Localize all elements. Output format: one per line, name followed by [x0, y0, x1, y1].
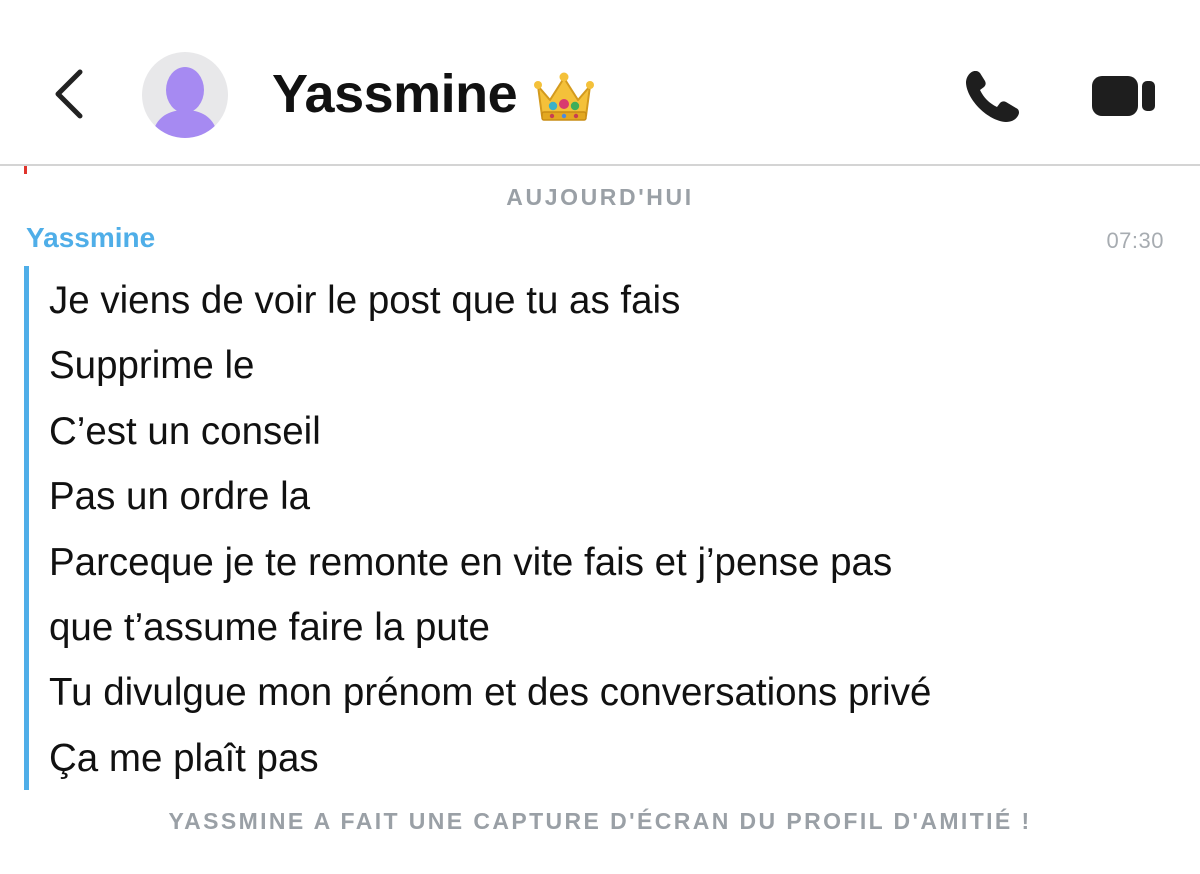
message-line: Tu divulgue mon prénom et des conversati…	[49, 671, 932, 715]
message-line: Je viens de voir le post que tu as fais	[49, 279, 681, 322]
chevron-left-icon	[55, 69, 83, 119]
screenshot-notice: YASSMINE A FAIT UNE CAPTURE D'ÉCRAN DU P…	[168, 808, 1032, 834]
message-line: Ça me plaît pas	[49, 736, 319, 780]
contact-name[interactable]: Yassmine	[272, 64, 518, 124]
avatar[interactable]	[142, 52, 228, 138]
message-block[interactable]: Je viens de voir le post que tu as fais …	[24, 266, 1174, 790]
unread-marker	[24, 166, 27, 174]
video-camera-icon	[1092, 76, 1155, 116]
chat-header: Yassmine	[0, 0, 1200, 166]
user-silhouette-icon	[152, 67, 218, 138]
video-call-button[interactable]	[1090, 72, 1158, 120]
message-line: Parceque je te remonte en vite fais et j…	[49, 540, 893, 584]
back-button[interactable]	[44, 62, 94, 126]
call-button[interactable]	[962, 66, 1024, 126]
crown-icon	[532, 66, 596, 126]
message-line: C’est un conseil	[49, 409, 321, 453]
message-time: 07:30	[1106, 228, 1164, 253]
message-line: Supprime le	[49, 344, 255, 388]
message-line: Pas un ordre la	[49, 475, 311, 519]
phone-icon	[966, 71, 1019, 122]
message-line: que t’assume faire la pute	[49, 606, 490, 650]
message-sender[interactable]: Yassmine	[26, 222, 155, 254]
day-separator: AUJOURD'HUI	[506, 184, 694, 210]
